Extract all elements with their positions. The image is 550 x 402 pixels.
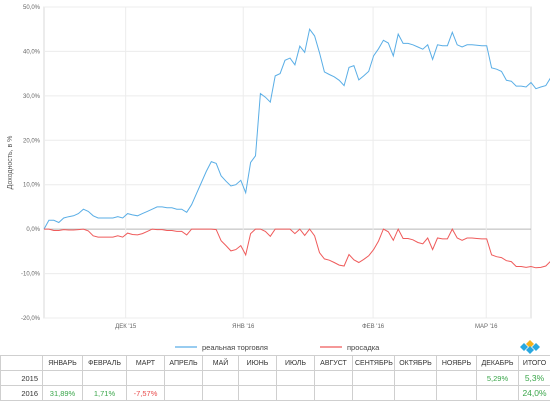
y-tick-label: 10,0% xyxy=(23,183,41,189)
y-axis-label: Доходность, в % xyxy=(7,136,14,190)
table-header-cell: ИТОГО xyxy=(518,355,550,371)
table-row: 2015 5,29% 5,3% xyxy=(0,370,550,386)
table-cell xyxy=(126,370,165,386)
table-header-row: ЯНВАРЬ ФЕВРАЛЬ МАРТ АПРЕЛЬ МАЙ ИЮНЬ ИЮЛЬ АВГУСТ… xyxy=(0,355,550,371)
x-tick-label: МАР '16 xyxy=(475,324,498,330)
y-tick-label: 40,0% xyxy=(23,49,41,55)
table-header-cell: ЯНВАРЬ xyxy=(42,355,83,371)
table-cell xyxy=(436,385,477,401)
chart-area: -20,0% -10,0% 0,0% 10,0% 20,0% 30,0% 40,0% 50,0… xyxy=(0,0,550,352)
table-cell xyxy=(202,385,239,401)
table-cell xyxy=(352,385,395,401)
table-cell xyxy=(238,370,277,386)
x-tick-label: ФЕВ '16 xyxy=(362,324,385,330)
table-cell xyxy=(314,370,353,386)
table-header-cell: ОКТЯБРЬ xyxy=(394,355,437,371)
table-cell: 1,71% xyxy=(82,385,127,401)
table-cell: 5,3% xyxy=(518,370,550,386)
table-cell xyxy=(276,385,315,401)
legend-label: реальная торговля xyxy=(202,343,268,352)
table-cell xyxy=(394,385,437,401)
x-tick-label: ЯНВ '16 xyxy=(232,324,255,330)
table-cell: 31,89% xyxy=(42,385,83,401)
table-row: 2016 31,89% 1,71% -7,57% 24,0% xyxy=(0,385,550,401)
table-cell xyxy=(476,385,519,401)
table-cell xyxy=(164,370,203,386)
y-tick-label: 50,0% xyxy=(23,5,41,11)
logo-diamonds xyxy=(520,340,540,354)
y-tick-label: 30,0% xyxy=(23,94,41,100)
table-cell xyxy=(394,370,437,386)
table-cell xyxy=(82,370,127,386)
y-tick-label: 0,0% xyxy=(26,227,40,233)
y-tick-label: 20,0% xyxy=(23,138,41,144)
table-cell: 24,0% xyxy=(518,385,550,401)
table-cell xyxy=(202,370,239,386)
table-cell xyxy=(238,385,277,401)
brand-logo-icon xyxy=(519,340,541,354)
y-tick-label: -10,0% xyxy=(21,272,41,278)
year-cell: 2015 xyxy=(0,370,43,386)
table-header-cell: АВГУСТ xyxy=(314,355,353,371)
table-header-cell: ДЕКАБРЬ xyxy=(476,355,519,371)
table-header-cell: СЕНТЯБРЬ xyxy=(352,355,395,371)
table-cell xyxy=(276,370,315,386)
y-tick-label: -20,0% xyxy=(21,316,41,322)
returns-chart: -20,0% -10,0% 0,0% 10,0% 20,0% 30,0% 40,0% 50,0… xyxy=(7,5,550,352)
table-cell: 5,29% xyxy=(476,370,519,386)
table-cell: -7,57% xyxy=(126,385,165,401)
table-header-cell: МАЙ xyxy=(202,355,239,371)
year-cell: 2016 xyxy=(0,385,43,401)
table-cell xyxy=(314,385,353,401)
table-header-cell: АПРЕЛЬ xyxy=(164,355,203,371)
plot-frame xyxy=(43,6,532,319)
x-tick-label: ДЕК '15 xyxy=(115,324,137,330)
table-cell xyxy=(436,370,477,386)
monthly-returns-table: ЯНВАРЬ ФЕВРАЛЬ МАРТ АПРЕЛЬ МАЙ ИЮНЬ ИЮЛЬ АВГУСТ… xyxy=(0,355,550,401)
table-header-cell: ИЮЛЬ xyxy=(276,355,315,371)
table-header-cell xyxy=(0,355,43,371)
table-header-cell: ФЕВРАЛЬ xyxy=(82,355,127,371)
table-header-cell: ИЮНЬ xyxy=(238,355,277,371)
table-cell xyxy=(352,370,395,386)
table-header-cell: МАРТ xyxy=(126,355,165,371)
table-cell xyxy=(42,370,83,386)
table-header-cell: НОЯБРЬ xyxy=(436,355,477,371)
table-cell xyxy=(164,385,203,401)
legend-label: просадка xyxy=(347,343,380,352)
